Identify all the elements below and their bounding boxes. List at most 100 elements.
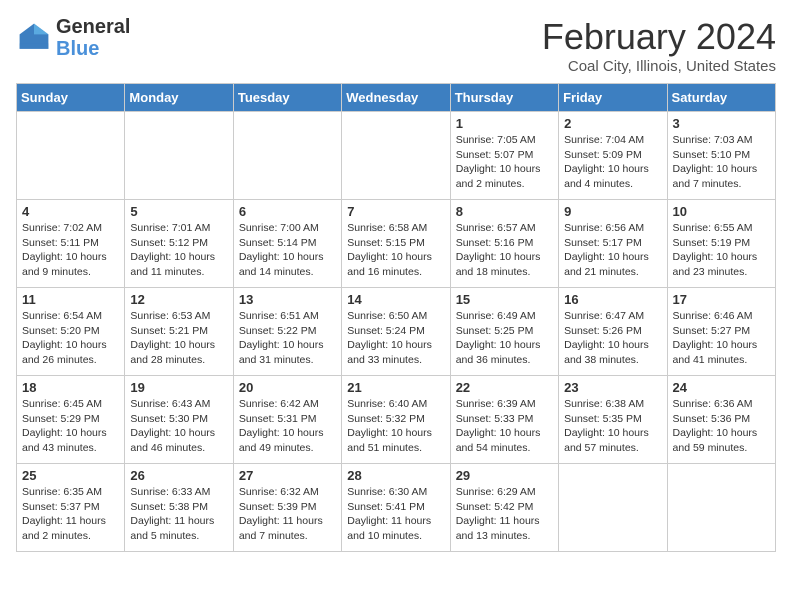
day-info: Sunrise: 6:56 AM Sunset: 5:17 PM Dayligh… [564, 221, 661, 280]
day-number: 26 [130, 468, 227, 483]
day-cell: 19 Sunrise: 6:43 AM Sunset: 5:30 PM Dayli… [125, 376, 233, 464]
day-info: Sunrise: 7:05 AM Sunset: 5:07 PM Dayligh… [456, 133, 553, 192]
weekday-wednesday: Wednesday [342, 84, 450, 112]
day-cell: 29 Sunrise: 6:29 AM Sunset: 5:42 PM Dayli… [450, 464, 558, 552]
day-cell: 16 Sunrise: 6:47 AM Sunset: 5:26 PM Dayli… [559, 288, 667, 376]
day-info: Sunrise: 6:57 AM Sunset: 5:16 PM Dayligh… [456, 221, 553, 280]
day-cell: 11 Sunrise: 6:54 AM Sunset: 5:20 PM Dayli… [17, 288, 125, 376]
day-cell [667, 464, 775, 552]
day-info: Sunrise: 6:43 AM Sunset: 5:30 PM Dayligh… [130, 397, 227, 456]
day-cell: 28 Sunrise: 6:30 AM Sunset: 5:41 PM Dayli… [342, 464, 450, 552]
day-number: 21 [347, 380, 444, 395]
day-number: 15 [456, 292, 553, 307]
week-row-5: 25 Sunrise: 6:35 AM Sunset: 5:37 PM Dayli… [17, 464, 776, 552]
header: General Blue February 2024 Coal City, Il… [16, 16, 776, 75]
weekday-header: SundayMondayTuesdayWednesdayThursdayFrid… [17, 84, 776, 112]
day-number: 23 [564, 380, 661, 395]
day-cell: 20 Sunrise: 6:42 AM Sunset: 5:31 PM Dayli… [233, 376, 341, 464]
day-cell [125, 112, 233, 200]
day-cell: 27Sunrise: 6:32 AM Sunset: 5:39 PM Dayli… [233, 464, 341, 552]
day-cell: 10 Sunrise: 6:55 AM Sunset: 5:19 PM Dayli… [667, 200, 775, 288]
week-row-1: 1 Sunrise: 7:05 AM Sunset: 5:07 PM Daylig… [17, 112, 776, 200]
day-info: Sunrise: 6:50 AM Sunset: 5:24 PM Dayligh… [347, 309, 444, 368]
day-cell: 23 Sunrise: 6:38 AM Sunset: 5:35 PM Dayli… [559, 376, 667, 464]
day-cell: 1 Sunrise: 7:05 AM Sunset: 5:07 PM Daylig… [450, 112, 558, 200]
day-info: Sunrise: 7:03 AM Sunset: 5:10 PM Dayligh… [673, 133, 770, 192]
day-cell: 2Sunrise: 7:04 AM Sunset: 5:09 PM Daylig… [559, 112, 667, 200]
weekday-thursday: Thursday [450, 84, 558, 112]
day-cell: 17Sunrise: 6:46 AM Sunset: 5:27 PM Dayli… [667, 288, 775, 376]
day-info: Sunrise: 6:32 AM Sunset: 5:39 PM Dayligh… [239, 485, 336, 544]
week-row-3: 11 Sunrise: 6:54 AM Sunset: 5:20 PM Dayli… [17, 288, 776, 376]
week-row-2: 4 Sunrise: 7:02 AM Sunset: 5:11 PM Daylig… [17, 200, 776, 288]
day-cell: 5Sunrise: 7:01 AM Sunset: 5:12 PM Daylig… [125, 200, 233, 288]
day-info: Sunrise: 6:47 AM Sunset: 5:26 PM Dayligh… [564, 309, 661, 368]
day-info: Sunrise: 7:00 AM Sunset: 5:14 PM Dayligh… [239, 221, 336, 280]
day-info: Sunrise: 6:54 AM Sunset: 5:20 PM Dayligh… [22, 309, 119, 368]
month-title: February 2024 [542, 16, 776, 58]
day-cell: 21 Sunrise: 6:40 AM Sunset: 5:32 PM Dayli… [342, 376, 450, 464]
title-block: February 2024 Coal City, Illinois, Unite… [542, 16, 776, 75]
day-number: 12 [130, 292, 227, 307]
day-info: Sunrise: 7:02 AM Sunset: 5:11 PM Dayligh… [22, 221, 119, 280]
weekday-friday: Friday [559, 84, 667, 112]
day-number: 24 [673, 380, 770, 395]
day-number: 11 [22, 292, 119, 307]
day-cell [342, 112, 450, 200]
day-cell: 24 Sunrise: 6:36 AM Sunset: 5:36 PM Dayli… [667, 376, 775, 464]
calendar-body: 1 Sunrise: 7:05 AM Sunset: 5:07 PM Daylig… [17, 112, 776, 552]
day-number: 18 [22, 380, 119, 395]
day-cell [17, 112, 125, 200]
weekday-saturday: Saturday [667, 84, 775, 112]
day-cell [559, 464, 667, 552]
day-number: 1 [456, 116, 553, 131]
day-info: Sunrise: 6:42 AM Sunset: 5:31 PM Dayligh… [239, 397, 336, 456]
day-number: 10 [673, 204, 770, 219]
day-info: Sunrise: 6:49 AM Sunset: 5:25 PM Dayligh… [456, 309, 553, 368]
logo: General Blue [16, 16, 130, 60]
day-info: Sunrise: 6:53 AM Sunset: 5:21 PM Dayligh… [130, 309, 227, 368]
day-number: 20 [239, 380, 336, 395]
day-info: Sunrise: 6:46 AM Sunset: 5:27 PM Dayligh… [673, 309, 770, 368]
day-cell: 9 Sunrise: 6:56 AM Sunset: 5:17 PM Daylig… [559, 200, 667, 288]
day-number: 28 [347, 468, 444, 483]
day-cell: 22Sunrise: 6:39 AM Sunset: 5:33 PM Dayli… [450, 376, 558, 464]
day-number: 7 [347, 204, 444, 219]
location-title: Coal City, Illinois, United States [542, 58, 776, 75]
day-number: 9 [564, 204, 661, 219]
day-info: Sunrise: 6:38 AM Sunset: 5:35 PM Dayligh… [564, 397, 661, 456]
calendar-table: SundayMondayTuesdayWednesdayThursdayFrid… [16, 83, 776, 552]
day-info: Sunrise: 6:29 AM Sunset: 5:42 PM Dayligh… [456, 485, 553, 544]
day-info: Sunrise: 7:04 AM Sunset: 5:09 PM Dayligh… [564, 133, 661, 192]
day-number: 16 [564, 292, 661, 307]
day-cell: 7Sunrise: 6:58 AM Sunset: 5:15 PM Daylig… [342, 200, 450, 288]
day-cell: 3 Sunrise: 7:03 AM Sunset: 5:10 PM Daylig… [667, 112, 775, 200]
week-row-4: 18Sunrise: 6:45 AM Sunset: 5:29 PM Dayli… [17, 376, 776, 464]
day-cell: 25 Sunrise: 6:35 AM Sunset: 5:37 PM Dayli… [17, 464, 125, 552]
day-info: Sunrise: 6:40 AM Sunset: 5:32 PM Dayligh… [347, 397, 444, 456]
day-number: 4 [22, 204, 119, 219]
day-cell: 13 Sunrise: 6:51 AM Sunset: 5:22 PM Dayli… [233, 288, 341, 376]
weekday-sunday: Sunday [17, 84, 125, 112]
logo-text: General Blue [56, 16, 130, 60]
day-cell: 6 Sunrise: 7:00 AM Sunset: 5:14 PM Daylig… [233, 200, 341, 288]
day-info: Sunrise: 6:35 AM Sunset: 5:37 PM Dayligh… [22, 485, 119, 544]
day-cell: 8 Sunrise: 6:57 AM Sunset: 5:16 PM Daylig… [450, 200, 558, 288]
day-number: 8 [456, 204, 553, 219]
day-info: Sunrise: 6:51 AM Sunset: 5:22 PM Dayligh… [239, 309, 336, 368]
day-info: Sunrise: 6:36 AM Sunset: 5:36 PM Dayligh… [673, 397, 770, 456]
day-info: Sunrise: 6:33 AM Sunset: 5:38 PM Dayligh… [130, 485, 227, 544]
day-number: 6 [239, 204, 336, 219]
day-number: 5 [130, 204, 227, 219]
day-number: 22 [456, 380, 553, 395]
day-number: 19 [130, 380, 227, 395]
day-cell [233, 112, 341, 200]
day-number: 29 [456, 468, 553, 483]
day-number: 25 [22, 468, 119, 483]
day-number: 13 [239, 292, 336, 307]
day-number: 3 [673, 116, 770, 131]
weekday-tuesday: Tuesday [233, 84, 341, 112]
day-info: Sunrise: 6:55 AM Sunset: 5:19 PM Dayligh… [673, 221, 770, 280]
day-info: Sunrise: 6:30 AM Sunset: 5:41 PM Dayligh… [347, 485, 444, 544]
logo-icon [16, 20, 52, 56]
